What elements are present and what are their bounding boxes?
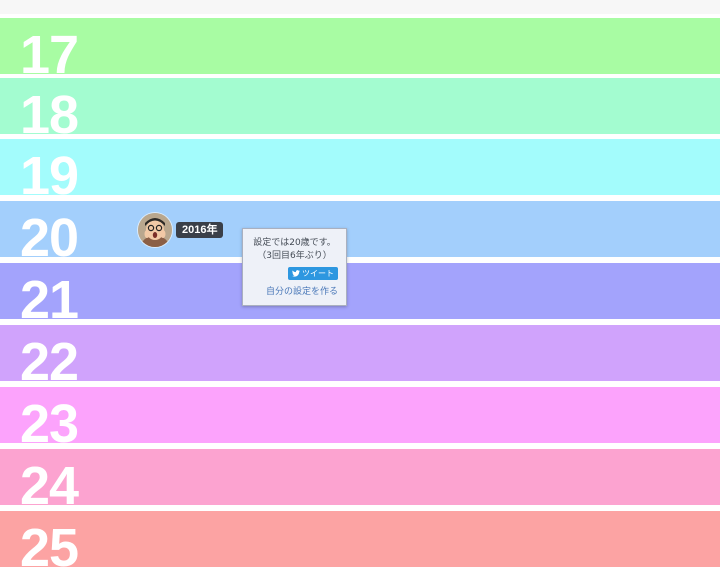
age-band-17: 17: [0, 18, 720, 74]
popup-count-text: （3回目6年ぶり）: [257, 251, 332, 261]
tweet-label: ツイート: [302, 269, 334, 278]
age-band-24: 24: [0, 449, 720, 505]
age-band-21: 21: [0, 263, 720, 319]
create-setting-link[interactable]: 自分の設定を作る: [266, 286, 338, 298]
year-badge[interactable]: 2016年: [176, 222, 224, 238]
top-strip: [0, 0, 720, 14]
age-number: 24: [20, 456, 79, 505]
tweet-button[interactable]: ツイート: [288, 267, 338, 280]
popup-setting-text: 設定では20歳です。: [253, 238, 336, 248]
age-band-23: 23: [0, 387, 720, 443]
info-popup: 設定では20歳です。 （3回目6年ぶり） ツイート 自分の設定を作る: [242, 228, 347, 306]
age-band-19: 19: [0, 139, 720, 195]
age-number: 23: [20, 394, 79, 443]
age-number: 22: [20, 332, 79, 381]
age-number: 18: [20, 85, 79, 134]
age-number: 25: [20, 518, 79, 567]
age-band-20: 20: [0, 201, 720, 257]
age-number: 19: [20, 146, 79, 195]
age-band-18: 18: [0, 78, 720, 134]
user-avatar[interactable]: [138, 213, 172, 247]
age-band-25: 25: [0, 511, 720, 567]
age-number: 20: [20, 208, 79, 257]
age-number: 17: [20, 25, 79, 74]
age-band-22: 22: [0, 325, 720, 381]
avatar-icon: [138, 213, 172, 247]
age-number: 21: [20, 270, 79, 319]
twitter-bird-icon: [292, 270, 300, 277]
